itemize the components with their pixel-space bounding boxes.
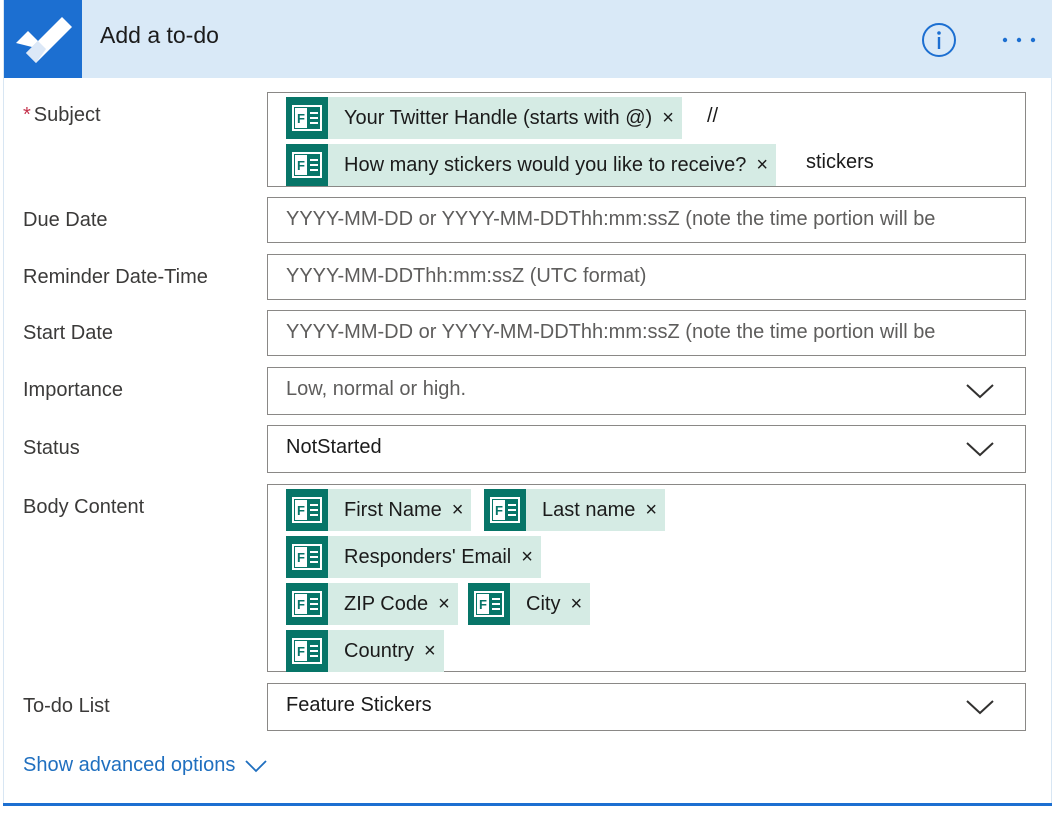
forms-icon: F: [286, 536, 328, 578]
svg-text:F: F: [297, 550, 305, 565]
status-value: NotStarted: [286, 436, 382, 458]
svg-text:F: F: [479, 597, 487, 612]
checkmark-app-icon: [4, 0, 82, 78]
forms-icon: F: [286, 489, 328, 531]
card-title: Add a to-do: [100, 22, 219, 48]
dynamic-token[interactable]: F Your Twitter Handle (starts with @) ×: [286, 97, 682, 139]
token-label: City: [526, 592, 561, 615]
svg-text:F: F: [297, 644, 305, 659]
start-date-label: Start Date: [23, 322, 114, 344]
body-content-field[interactable]: F First Name × F Last name × F Responder…: [267, 484, 1026, 672]
reminder-label: Reminder Date-Time: [23, 266, 208, 288]
token-remove-icon[interactable]: ×: [746, 155, 776, 175]
svg-text:F: F: [297, 503, 305, 518]
token-remove-icon[interactable]: ×: [635, 500, 665, 520]
token-remove-icon[interactable]: ×: [414, 641, 444, 661]
start-date-input[interactable]: YYYY-MM-DD or YYYY-MM-DDThh:mm:ssZ (note…: [267, 310, 1026, 356]
svg-text:F: F: [297, 597, 305, 612]
token-label: Country: [344, 639, 415, 662]
due-date-input[interactable]: YYYY-MM-DD or YYYY-MM-DDThh:mm:ssZ (note…: [267, 197, 1026, 243]
show-advanced-options-link[interactable]: Show advanced options: [23, 754, 268, 777]
svg-text:F: F: [297, 111, 305, 126]
card-bottom-border: [3, 803, 1052, 806]
importance-label: Importance: [23, 379, 124, 401]
dynamic-token[interactable]: F Country ×: [286, 630, 444, 672]
required-mark: *: [23, 104, 31, 126]
status-label: Status: [23, 437, 80, 459]
advanced-label: Show advanced options: [23, 754, 236, 776]
token-remove-icon[interactable]: ×: [652, 108, 682, 128]
more-icon[interactable]: [999, 22, 1039, 58]
token-label: ZIP Code: [344, 592, 429, 615]
forms-icon: F: [286, 97, 328, 139]
info-icon[interactable]: [921, 22, 957, 58]
todo-list-value: Feature Stickers: [286, 694, 432, 716]
chevron-down-icon[interactable]: [965, 697, 995, 717]
token-remove-icon[interactable]: ×: [442, 500, 472, 520]
importance-placeholder: Low, normal or high.: [286, 378, 467, 400]
todo-list-dropdown[interactable]: Feature Stickers: [267, 683, 1026, 731]
body-content-label: Body Content: [23, 496, 145, 518]
subject-field[interactable]: F Your Twitter Handle (starts with @) × …: [267, 92, 1026, 187]
reminder-placeholder: YYYY-MM-DDThh:mm:ssZ (UTC format): [286, 265, 647, 287]
dynamic-token[interactable]: F How many stickers would you like to re…: [286, 144, 777, 186]
reminder-input[interactable]: YYYY-MM-DDThh:mm:ssZ (UTC format): [267, 254, 1026, 300]
token-label: How many stickers would you like to rece…: [344, 153, 747, 176]
dynamic-token[interactable]: F First Name ×: [286, 489, 472, 531]
dynamic-token[interactable]: F Last name ×: [484, 489, 666, 531]
chevron-down-icon: [245, 759, 268, 772]
token-label: Your Twitter Handle (starts with @): [344, 106, 653, 129]
dynamic-token[interactable]: F Responders' Email ×: [286, 536, 541, 578]
card-header[interactable]: Add a to-do: [4, 0, 1052, 78]
subject-label: * Subject: [23, 104, 101, 126]
forms-icon: F: [484, 489, 526, 531]
chevron-down-icon[interactable]: [965, 381, 995, 401]
dynamic-token[interactable]: F ZIP Code ×: [286, 583, 458, 625]
todo-list-label: To-do List: [23, 695, 110, 717]
subject-text: //: [707, 105, 719, 127]
token-label: Responders' Email: [344, 545, 512, 568]
token-remove-icon[interactable]: ×: [511, 547, 541, 567]
forms-icon: F: [286, 144, 328, 186]
token-remove-icon[interactable]: ×: [560, 594, 590, 614]
importance-dropdown[interactable]: Low, normal or high.: [267, 367, 1026, 415]
svg-text:F: F: [495, 503, 503, 518]
subject-text: stickers: [806, 151, 874, 173]
forms-icon: F: [286, 583, 328, 625]
due-date-label: Due Date: [23, 209, 108, 231]
due-date-placeholder: YYYY-MM-DD or YYYY-MM-DDThh:mm:ssZ (note…: [286, 208, 936, 230]
dynamic-token[interactable]: F City ×: [468, 583, 591, 625]
token-label: Last name: [542, 498, 636, 521]
status-dropdown[interactable]: NotStarted: [267, 425, 1026, 473]
svg-text:F: F: [297, 158, 305, 173]
chevron-down-icon[interactable]: [965, 439, 995, 459]
token-label: First Name: [344, 498, 442, 521]
forms-icon: F: [286, 630, 328, 672]
forms-icon: F: [468, 583, 510, 625]
token-remove-icon[interactable]: ×: [428, 594, 458, 614]
start-date-placeholder: YYYY-MM-DD or YYYY-MM-DDThh:mm:ssZ (note…: [286, 321, 936, 343]
